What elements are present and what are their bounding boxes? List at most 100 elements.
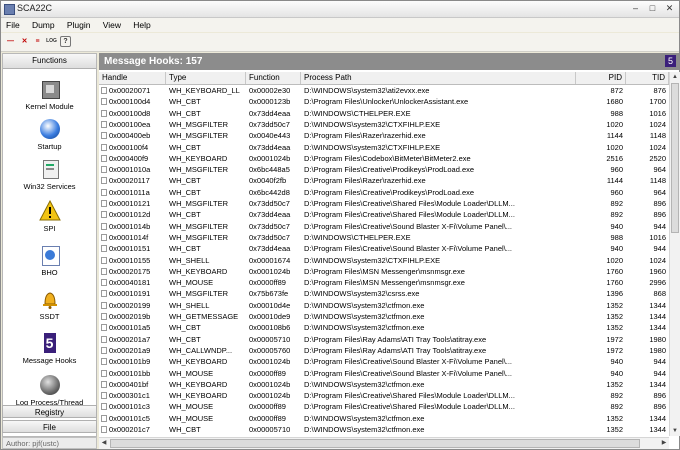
win32-services-icon xyxy=(39,158,61,180)
cell-type-text: WH_MSGFILTER xyxy=(169,199,229,208)
menu-dump[interactable]: Dump xyxy=(27,18,60,32)
hscroll-thumb[interactable] xyxy=(110,439,640,448)
cell-type-text: WH_MSGFILTER xyxy=(169,165,229,175)
table-row[interactable]: 0x000400eb WH_MSGFILTER 0x0040e443 D:\Progr… xyxy=(99,130,669,141)
table-row[interactable]: 0x00010191 WH_MSGFILTER 0x75b673fe D:\WINDO… xyxy=(99,288,669,299)
cell-function: 0x73dd50c7 xyxy=(249,221,301,232)
cell-function: 0x00010de9 xyxy=(249,311,301,322)
menu-help[interactable]: Help xyxy=(128,18,155,32)
sidebar-tab-file[interactable]: File xyxy=(2,420,97,433)
table-row[interactable]: 0x000201c7 WH_CBT 0x00005710 D:\WINDOWS\sys… xyxy=(99,424,669,435)
table-row[interactable]: 0x000101bb WH_MOUSE 0x0000ff89 D:\Program F… xyxy=(99,368,669,379)
table-row[interactable]: 0x00010121 WH_MSGFILTER 0x73dd50c7 D:\Progr… xyxy=(99,198,669,209)
column-header-type[interactable]: Type xyxy=(166,72,246,84)
cell-function-text: 0x73dd50c7 xyxy=(249,119,290,129)
cell-function: 0x0000ff89 xyxy=(249,413,301,424)
table-row[interactable]: 0x0001014f WH_MSGFILTER 0x73dd50c7 D:\WINDO… xyxy=(99,232,669,243)
cell-function-text: 0x0001024b xyxy=(249,357,291,367)
close-x-icon[interactable]: ✕ xyxy=(19,36,30,47)
cell-tid-text: 896 xyxy=(653,210,666,220)
vertical-scrollbar[interactable]: ▲ ▼ xyxy=(669,72,680,436)
table-row[interactable]: 0x000101b9 WH_KEYBOARD 0x0001024b D:\Progra… xyxy=(99,356,669,367)
cell-type-text: WH_MSGFILTER xyxy=(169,131,229,141)
menu-view[interactable]: View xyxy=(98,18,126,32)
cell-tid: 2520 xyxy=(626,153,666,164)
cell-type: WH_MSGFILTER xyxy=(169,232,246,243)
cell-process-path: D:\Program Files\Ray Adams\ATI Tray Tool… xyxy=(304,345,576,356)
cell-handle-text: 0x000100d4 xyxy=(109,97,151,107)
table-row[interactable]: 0x000401bf WH_KEYBOARD 0x0001024b D:\WINDOW… xyxy=(99,379,669,390)
table-row[interactable]: 0x00020175 WH_KEYBOARD 0x0001024b D:\Progra… xyxy=(99,266,669,277)
table-row[interactable]: 0x000101a5 WH_CBT 0x000108b6 D:\WINDOWS\sys… xyxy=(99,322,669,333)
column-header-process-path[interactable]: Process Path xyxy=(301,72,576,84)
cell-handle-text: 0x000101b9 xyxy=(109,357,151,367)
horizontal-scrollbar[interactable]: ◀ ▶ xyxy=(99,437,669,449)
cell-tid: 1344 xyxy=(626,379,666,390)
cell-pid-text: 892 xyxy=(610,199,623,208)
menu-file[interactable]: File xyxy=(1,18,25,32)
column-header-tid[interactable]: TID xyxy=(626,72,669,84)
table-row[interactable]: 0x0001011a WH_CBT 0x6bc442d8 D:\Program Fil… xyxy=(99,187,669,198)
table-row[interactable]: 0x00040181 WH_MOUSE 0x0000ff89 D:\Program F… xyxy=(99,277,669,288)
table-row[interactable]: 0x000301c1 WH_KEYBOARD 0x0001024b D:\Progra… xyxy=(99,390,669,401)
close-button[interactable]: ✕ xyxy=(662,2,677,14)
table-row[interactable]: 0x000101c3 WH_MOUSE 0x0000ff89 D:\Program F… xyxy=(99,401,669,412)
scroll-left-icon[interactable]: ◀ xyxy=(99,438,109,449)
table-row[interactable]: 0x00020117 WH_CBT 0x0040f2fb D:\Program Fil… xyxy=(99,175,669,186)
cell-handle: 0x0001014b xyxy=(101,221,166,232)
cell-type-text: WH_KEYBOARD xyxy=(169,357,228,367)
table-row[interactable]: 0x000100f4 WH_CBT 0x73dd4eaa D:\WINDOWS\sys… xyxy=(99,142,669,153)
cell-pid-text: 892 xyxy=(610,210,623,220)
help-icon[interactable]: ? xyxy=(60,36,71,47)
sidebar-tab-registry[interactable]: Registry xyxy=(2,405,97,418)
cell-type: WH_CBT xyxy=(169,108,246,119)
table-row[interactable]: 0x000100d4 WH_CBT 0x0000123b D:\Program Fil… xyxy=(99,96,669,107)
cell-tid-text: 1024 xyxy=(649,142,666,152)
table-row[interactable]: 0x0002019b WH_GETMESSAGE 0x00010de9 D:\WIND… xyxy=(99,311,669,322)
minus-icon[interactable]: — xyxy=(5,36,16,47)
table-row[interactable]: 0x00010155 WH_SHELL 0x00001674 D:\WINDOWS\s… xyxy=(99,255,669,266)
table-row[interactable]: 0x000201a7 WH_CBT 0x00005710 D:\Program Fil… xyxy=(99,334,669,345)
spi-warning-icon xyxy=(38,199,61,222)
cell-tid: 1344 xyxy=(626,424,666,435)
sidebar-item-startup[interactable]: Startup xyxy=(3,118,96,151)
sidebar-item-spi[interactable]: SPI xyxy=(3,199,96,233)
title-bar[interactable]: SCA22C – □ ✕ xyxy=(1,1,679,18)
sidebar-item-win32-services[interactable]: Win32 Services xyxy=(3,158,96,191)
minimize-button[interactable]: – xyxy=(628,2,643,14)
cell-type: WH_MOUSE xyxy=(169,277,246,288)
table-row[interactable]: 0x000201a9 WH_CALLWNDP... 0x00005760 D:\Pro… xyxy=(99,345,669,356)
cell-process-path: D:\WINDOWS\system32\ctfmon.exe xyxy=(304,322,576,333)
scroll-right-icon[interactable]: ▶ xyxy=(659,438,669,449)
log-icon[interactable]: LOG xyxy=(45,36,58,47)
table-row[interactable]: 0x000100d8 WH_CBT 0x73dd4eaa D:\WINDOWS\CTH… xyxy=(99,108,669,119)
table-row[interactable]: 0x000100ea WH_MSGFILTER 0x73dd50c7 D:\WINDO… xyxy=(99,119,669,130)
scroll-down-icon[interactable]: ▼ xyxy=(670,426,680,436)
cell-function-text: 0x00005710 xyxy=(249,425,291,434)
column-header-function[interactable]: Function xyxy=(246,72,301,84)
cell-tid-text: 1148 xyxy=(649,176,666,186)
table-row[interactable]: 0x000101c5 WH_MOUSE 0x0000ff89 D:\WINDOWS\s… xyxy=(99,413,669,424)
scroll-thumb[interactable] xyxy=(671,83,679,233)
table-row[interactable]: 0x00020071 WH_KEYBOARD_LL 0x00002e30 D:\WIN… xyxy=(99,85,669,96)
sidebar-item-message-hooks[interactable]: 5 Message Hooks xyxy=(3,332,96,365)
cell-type-text: WH_CBT xyxy=(169,323,201,333)
table-row[interactable]: 0x0001010a WH_MSGFILTER 0x6bc448a5 D:\Progr… xyxy=(99,164,669,175)
scroll-up-icon[interactable]: ▲ xyxy=(670,72,680,82)
table-row[interactable]: 0x0001012d WH_CBT 0x73dd4eaa D:\Program Fil… xyxy=(99,209,669,220)
column-header-handle[interactable]: Handle xyxy=(99,72,166,84)
maximize-button[interactable]: □ xyxy=(645,2,660,14)
menu-plugin[interactable]: Plugin xyxy=(62,18,96,32)
cell-function: 0x0001024b xyxy=(249,153,301,164)
sidebar-item-ssdt[interactable]: SSDT xyxy=(3,288,96,321)
sidebar-item-kernel-module[interactable]: Kernel Module xyxy=(3,78,96,111)
export-icon[interactable]: ≡ xyxy=(32,36,43,47)
sidebar-item-log-process[interactable]: Log Process/Thread xyxy=(3,374,96,407)
cell-process-path: D:\WINDOWS\system32\ctfmon.exe xyxy=(304,379,576,390)
column-header-pid[interactable]: PID xyxy=(576,72,626,84)
sidebar-item-bho[interactable]: BHO xyxy=(3,244,96,277)
table-row[interactable]: 0x0001014b WH_MSGFILTER 0x73dd50c7 D:\Progr… xyxy=(99,221,669,232)
table-row[interactable]: 0x00020199 WH_SHELL 0x00010d4e D:\WINDOWS\s… xyxy=(99,300,669,311)
table-row[interactable]: 0x00010151 WH_CBT 0x73dd4eaa D:\Program Fil… xyxy=(99,243,669,254)
table-row[interactable]: 0x000400f9 WH_KEYBOARD 0x0001024b D:\Progra… xyxy=(99,153,669,164)
